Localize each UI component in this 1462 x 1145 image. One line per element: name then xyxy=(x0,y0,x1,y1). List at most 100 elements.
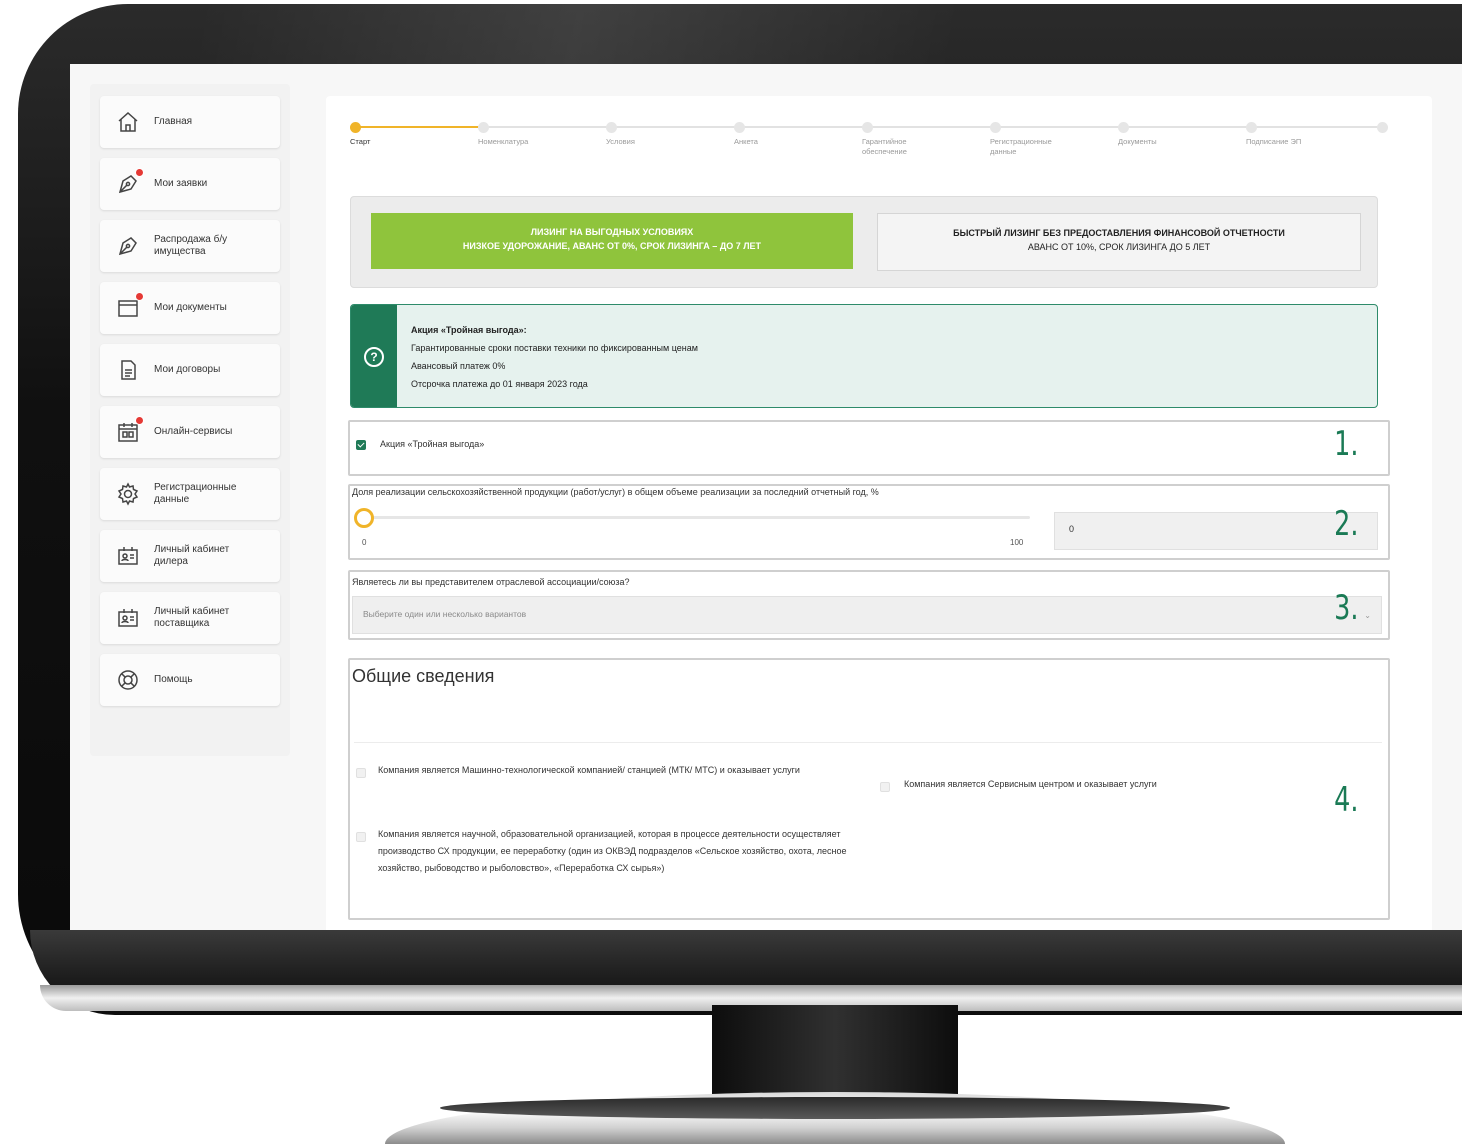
sidebar: Главная Мои заявки Распродажа б/у имущес… xyxy=(90,84,290,756)
sidebar-item-label: Регистрационные данные xyxy=(154,482,237,505)
step-label: Подписание ЭП xyxy=(1246,137,1302,146)
step-dot xyxy=(862,122,873,133)
mtk-checkbox-label: Компания является Машинно-технологическо… xyxy=(378,765,800,775)
sidebar-item-label: Главная xyxy=(154,116,193,127)
step-label: Документы xyxy=(1118,137,1157,146)
offer-title: БЫСТРЫЙ ЛИЗИНГ БЕЗ ПРЕДОСТАВЛЕНИЯ ФИНАНС… xyxy=(953,228,1285,238)
association-select-placeholder: Выберите один или несколько вариантов xyxy=(363,609,527,619)
association-select[interactable]: Выберите один или несколько вариантов ⌄ xyxy=(352,596,1382,634)
section-number: 4. xyxy=(1333,780,1358,820)
document-icon xyxy=(116,358,140,382)
offer-subtitle: НИЗКОЕ УДОРОЖАНИЕ, АВАНС ОТ 0%, СРОК ЛИЗ… xyxy=(462,241,762,251)
divider xyxy=(354,742,1382,743)
step-label: Условия xyxy=(606,137,635,146)
section-agri-share: Доля реализации сельскохозяйственной про… xyxy=(348,484,1390,560)
sidebar-item-my-contracts[interactable]: Мои договоры xyxy=(100,344,280,396)
step-guarantee[interactable]: Гарантийное обеспечение xyxy=(862,122,932,157)
promo-banner: ? Акция «Тройная выгода»: Гарантированны… xyxy=(350,304,1378,408)
home-icon xyxy=(116,110,140,134)
promo-line: Гарантированные сроки поставки техники п… xyxy=(411,343,698,353)
slider-max-label: 100 xyxy=(1010,538,1024,547)
main-panel: Старт Номенклатура Условия Анкета Гарант… xyxy=(326,96,1432,930)
pen-icon xyxy=(116,234,140,258)
progress-stepper: Старт Номенклатура Условия Анкета Гарант… xyxy=(350,122,1390,172)
scientific-org-checkbox[interactable] xyxy=(356,832,366,842)
folder-icon xyxy=(116,292,144,320)
step-label: Старт xyxy=(350,137,371,146)
section-promo-checkbox: Акция «Тройная выгода» 1. xyxy=(348,420,1390,476)
step-label: Регистрационные данные xyxy=(990,137,1052,156)
offer-title: ЛИЗИНГ НА ВЫГОДНЫХ УСЛОВИЯХ xyxy=(530,227,694,237)
sidebar-item-used-sale[interactable]: Распродажа б/у имущества xyxy=(100,220,280,272)
notification-badge xyxy=(135,292,144,301)
sidebar-item-my-documents[interactable]: Мои документы xyxy=(100,282,280,334)
scientific-org-checkbox-label: Компания является научной, образовательн… xyxy=(378,829,847,873)
pen-icon xyxy=(116,168,144,196)
gear-icon xyxy=(116,482,140,506)
chevron-down-icon: ⌄ xyxy=(1364,611,1371,620)
step-dot xyxy=(478,122,489,133)
monitor-stand-base-top xyxy=(440,1097,1230,1119)
sidebar-item-registration-data[interactable]: Регистрационные данные xyxy=(100,468,280,520)
step-dot xyxy=(1118,122,1129,133)
sidebar-item-label: Мои документы xyxy=(154,302,227,313)
sidebar-item-label: Мои договоры xyxy=(154,364,221,375)
step-registration-data[interactable]: Регистрационные данные xyxy=(990,122,1080,157)
promo-line: Отсрочка платежа до 01 января 2023 года xyxy=(411,379,588,389)
sidebar-item-help[interactable]: Помощь xyxy=(100,654,280,706)
sidebar-item-online-services[interactable]: Онлайн-сервисы xyxy=(100,406,280,458)
step-label: Номенклатура xyxy=(478,137,529,146)
sidebar-item-label: Личный кабинет дилера xyxy=(154,544,230,567)
section-general-info: Общие сведения Компания является Машинно… xyxy=(348,658,1390,920)
step-label: Анкета xyxy=(734,137,758,146)
agri-share-slider-track[interactable] xyxy=(370,516,1030,519)
promo-line: Авансовый платеж 0% xyxy=(411,361,506,371)
section-association: Являетесь ли вы представителем отраслево… xyxy=(348,570,1390,640)
section-number: 3. xyxy=(1333,588,1358,628)
step-dot xyxy=(606,122,617,133)
calendar-icon xyxy=(116,416,144,444)
sidebar-item-home[interactable]: Главная xyxy=(100,96,280,148)
offer-fast-leasing-button[interactable]: БЫСТРЫЙ ЛИЗИНГ БЕЗ ПРЕДОСТАВЛЕНИЯ ФИНАНС… xyxy=(877,213,1361,271)
sidebar-item-supplier-account[interactable]: Личный кабинет поставщика xyxy=(100,592,280,644)
promo-title: Акция «Тройная выгода»: xyxy=(411,325,527,335)
step-dot xyxy=(990,122,1001,133)
sidebar-item-dealer-account[interactable]: Личный кабинет дилера xyxy=(100,530,280,582)
agri-share-input[interactable]: 0 xyxy=(1054,512,1378,550)
question-icon: ? xyxy=(364,347,384,367)
offer-subtitle: АВАНС ОТ 10%, СРОК ЛИЗИНГА ДО 5 ЛЕТ xyxy=(1027,242,1211,252)
step-questionnaire[interactable]: Анкета xyxy=(734,122,854,147)
step-label: Гарантийное обеспечение xyxy=(862,137,907,156)
notification-badge xyxy=(135,168,144,177)
offer-selector: ЛИЗИНГ НА ВЫГОДНЫХ УСЛОВИЯХ НИЗКОЕ УДОРО… xyxy=(350,196,1378,288)
agri-share-slider-thumb[interactable] xyxy=(354,508,374,528)
step-dot xyxy=(350,122,361,133)
sidebar-item-label: Мои заявки xyxy=(154,178,208,189)
promo-checkbox-label: Акция «Тройная выгода» xyxy=(380,439,485,449)
step-start[interactable]: Старт xyxy=(350,122,470,147)
section-number: 1. xyxy=(1333,424,1358,464)
id-card-icon xyxy=(116,544,140,568)
step-dot xyxy=(734,122,745,133)
association-label: Являетесь ли вы представителем отраслево… xyxy=(352,577,630,587)
sidebar-item-label: Личный кабинет поставщика xyxy=(154,606,230,629)
service-center-checkbox-label: Компания является Сервисным центром и ок… xyxy=(904,779,1157,789)
agri-share-label: Доля реализации сельскохозяйственной про… xyxy=(352,487,879,497)
step-documents[interactable]: Документы xyxy=(1118,122,1238,147)
screen: Главная Мои заявки Распродажа б/у имущес… xyxy=(70,64,1462,930)
monitor-stand-neck xyxy=(712,1005,958,1097)
mtk-checkbox[interactable] xyxy=(356,768,366,778)
step-dot xyxy=(1377,122,1388,133)
offer-favorable-terms-button[interactable]: ЛИЗИНГ НА ВЫГОДНЫХ УСЛОВИЯХ НИЗКОЕ УДОРО… xyxy=(371,213,853,269)
promo-checkbox[interactable] xyxy=(356,440,366,450)
step-nomenclature[interactable]: Номенклатура xyxy=(478,122,598,147)
step-conditions[interactable]: Условия xyxy=(606,122,726,147)
section-number: 2. xyxy=(1333,504,1358,544)
service-center-checkbox[interactable] xyxy=(880,782,890,792)
promo-side-bar: ? xyxy=(351,305,397,407)
step-signing[interactable]: Подписание ЭП xyxy=(1246,122,1366,147)
slider-min-label: 0 xyxy=(362,538,367,547)
lifebuoy-icon xyxy=(116,668,140,692)
sidebar-item-my-requests[interactable]: Мои заявки xyxy=(100,158,280,210)
sidebar-item-label: Онлайн-сервисы xyxy=(154,426,233,437)
